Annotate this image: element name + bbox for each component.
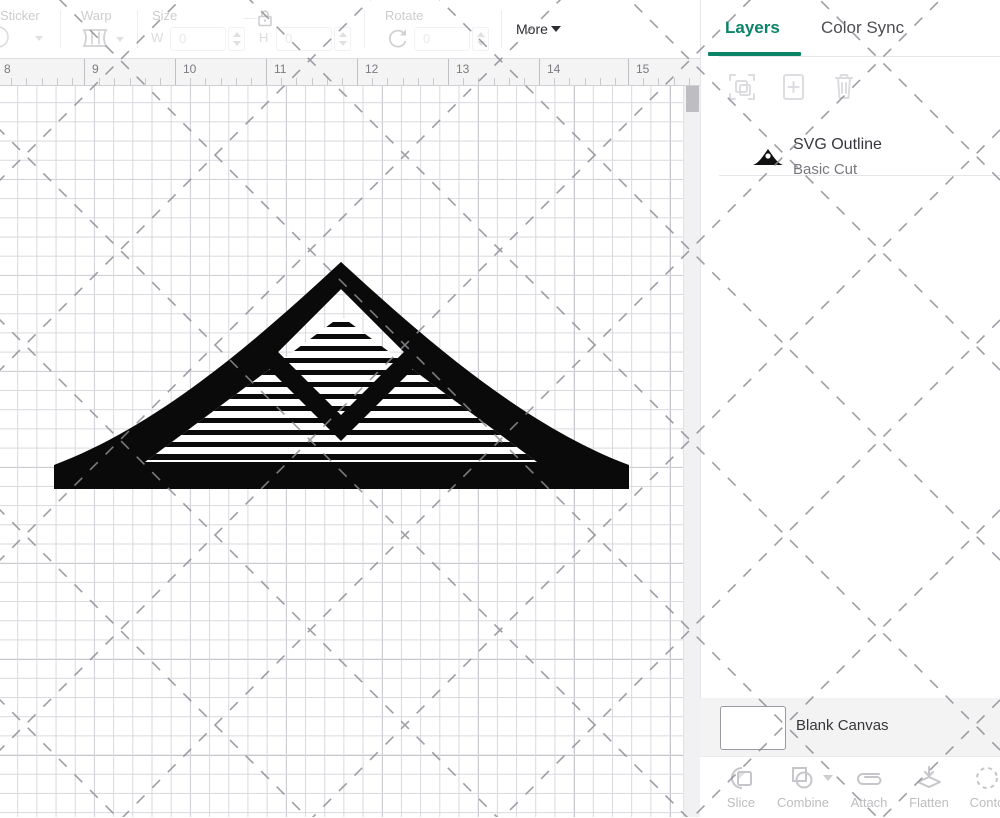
flatten-button[interactable]: Flatten [900, 763, 958, 817]
horizontal-ruler[interactable]: 8 9 10 11 12 13 14 15 [0, 58, 710, 86]
combine-button[interactable]: Combine [774, 763, 832, 817]
contour-label: Conto [952, 795, 1000, 810]
blank-canvas-icon [720, 706, 786, 750]
attach-button[interactable]: Attach [840, 763, 898, 817]
width-label: W [151, 30, 163, 45]
tab-layers[interactable]: Layers [725, 18, 780, 38]
canvas-vertical-scrollbar[interactable] [683, 84, 701, 817]
size-label: Size [152, 8, 177, 23]
add-layer-icon[interactable] [776, 70, 810, 104]
width-value: 0 [179, 31, 186, 46]
mountain-shape-icon [751, 146, 785, 168]
height-input[interactable]: 0 [276, 27, 332, 51]
sticker-caret-icon[interactable] [35, 36, 43, 41]
height-label: H [259, 30, 268, 45]
ruler-tick-label: 15 [636, 62, 649, 76]
lock-icon[interactable] [255, 8, 275, 28]
blank-canvas-label: Blank Canvas [796, 717, 889, 734]
delete-icon[interactable] [827, 70, 861, 104]
more-button[interactable]: More [516, 21, 561, 37]
toolbar-divider [501, 10, 502, 48]
ruler-tick-label: 8 [4, 62, 11, 76]
layer-action-bar [701, 58, 1000, 117]
toolbar-divider [137, 10, 138, 48]
warp-icon[interactable] [80, 27, 110, 49]
ruler-tick-label: 10 [183, 62, 196, 76]
sticker-label: Sticker [0, 8, 40, 23]
bottom-tool-strip: Slice Combine Attach [700, 756, 1000, 818]
rotate-value: 0 [423, 31, 430, 46]
combine-caret-icon[interactable] [823, 775, 833, 781]
layer-title: SVG Outline [793, 136, 882, 154]
svg-outline-artwork[interactable] [0, 84, 683, 817]
top-toolbar: Sticker Warp Size W 0 [0, 0, 710, 58]
right-panel: Layers Color Sync [700, 0, 1000, 817]
flatten-icon [900, 763, 958, 793]
toolbar-divider [60, 10, 61, 48]
slice-icon [712, 763, 770, 793]
ruler-tick-label: 14 [547, 62, 560, 76]
sticker-icon[interactable] [0, 26, 22, 50]
width-input[interactable]: 0 [170, 27, 226, 51]
panel-tabs: Layers Color Sync [701, 0, 1000, 57]
layer-subtitle: Basic Cut [793, 161, 857, 178]
ruler-tick-label: 13 [456, 62, 469, 76]
height-stepper[interactable] [334, 27, 351, 51]
blank-canvas-row[interactable]: Blank Canvas [700, 698, 1000, 756]
scrollbar-thumb[interactable] [686, 84, 699, 112]
select-all-icon[interactable] [725, 70, 759, 104]
attach-icon [840, 763, 898, 793]
toolbar-divider [364, 10, 365, 48]
contour-icon [958, 763, 1000, 793]
width-stepper[interactable] [228, 27, 245, 51]
contour-button[interactable]: Conto [958, 763, 1000, 817]
ruler-tick-label: 9 [92, 62, 99, 76]
slice-button[interactable]: Slice [712, 763, 770, 817]
rotate-ccw-icon[interactable] [385, 26, 411, 50]
layer-item-svg-outline[interactable]: SVG Outline Basic Cut [701, 128, 1000, 190]
rotate-label: Rotate [385, 8, 423, 23]
chevron-down-icon [551, 26, 561, 32]
height-value: 0 [285, 31, 292, 46]
warp-label: Warp [81, 8, 112, 23]
more-label: More [516, 21, 548, 37]
ruler-tick-label: 11 [274, 62, 286, 76]
lock-connector [243, 18, 257, 19]
design-canvas[interactable] [0, 84, 683, 817]
rotate-input[interactable]: 0 [414, 27, 470, 51]
tabs-divider [719, 56, 1000, 57]
warp-caret-icon[interactable] [116, 37, 124, 42]
rotate-stepper[interactable] [472, 27, 489, 51]
tab-color-sync[interactable]: Color Sync [821, 18, 904, 38]
slice-label: Slice [706, 795, 776, 810]
ruler-tick-label: 12 [365, 62, 378, 76]
cricut-design-space-window: Sticker Warp Size W 0 [0, 0, 1000, 817]
combine-label: Combine [768, 795, 838, 810]
